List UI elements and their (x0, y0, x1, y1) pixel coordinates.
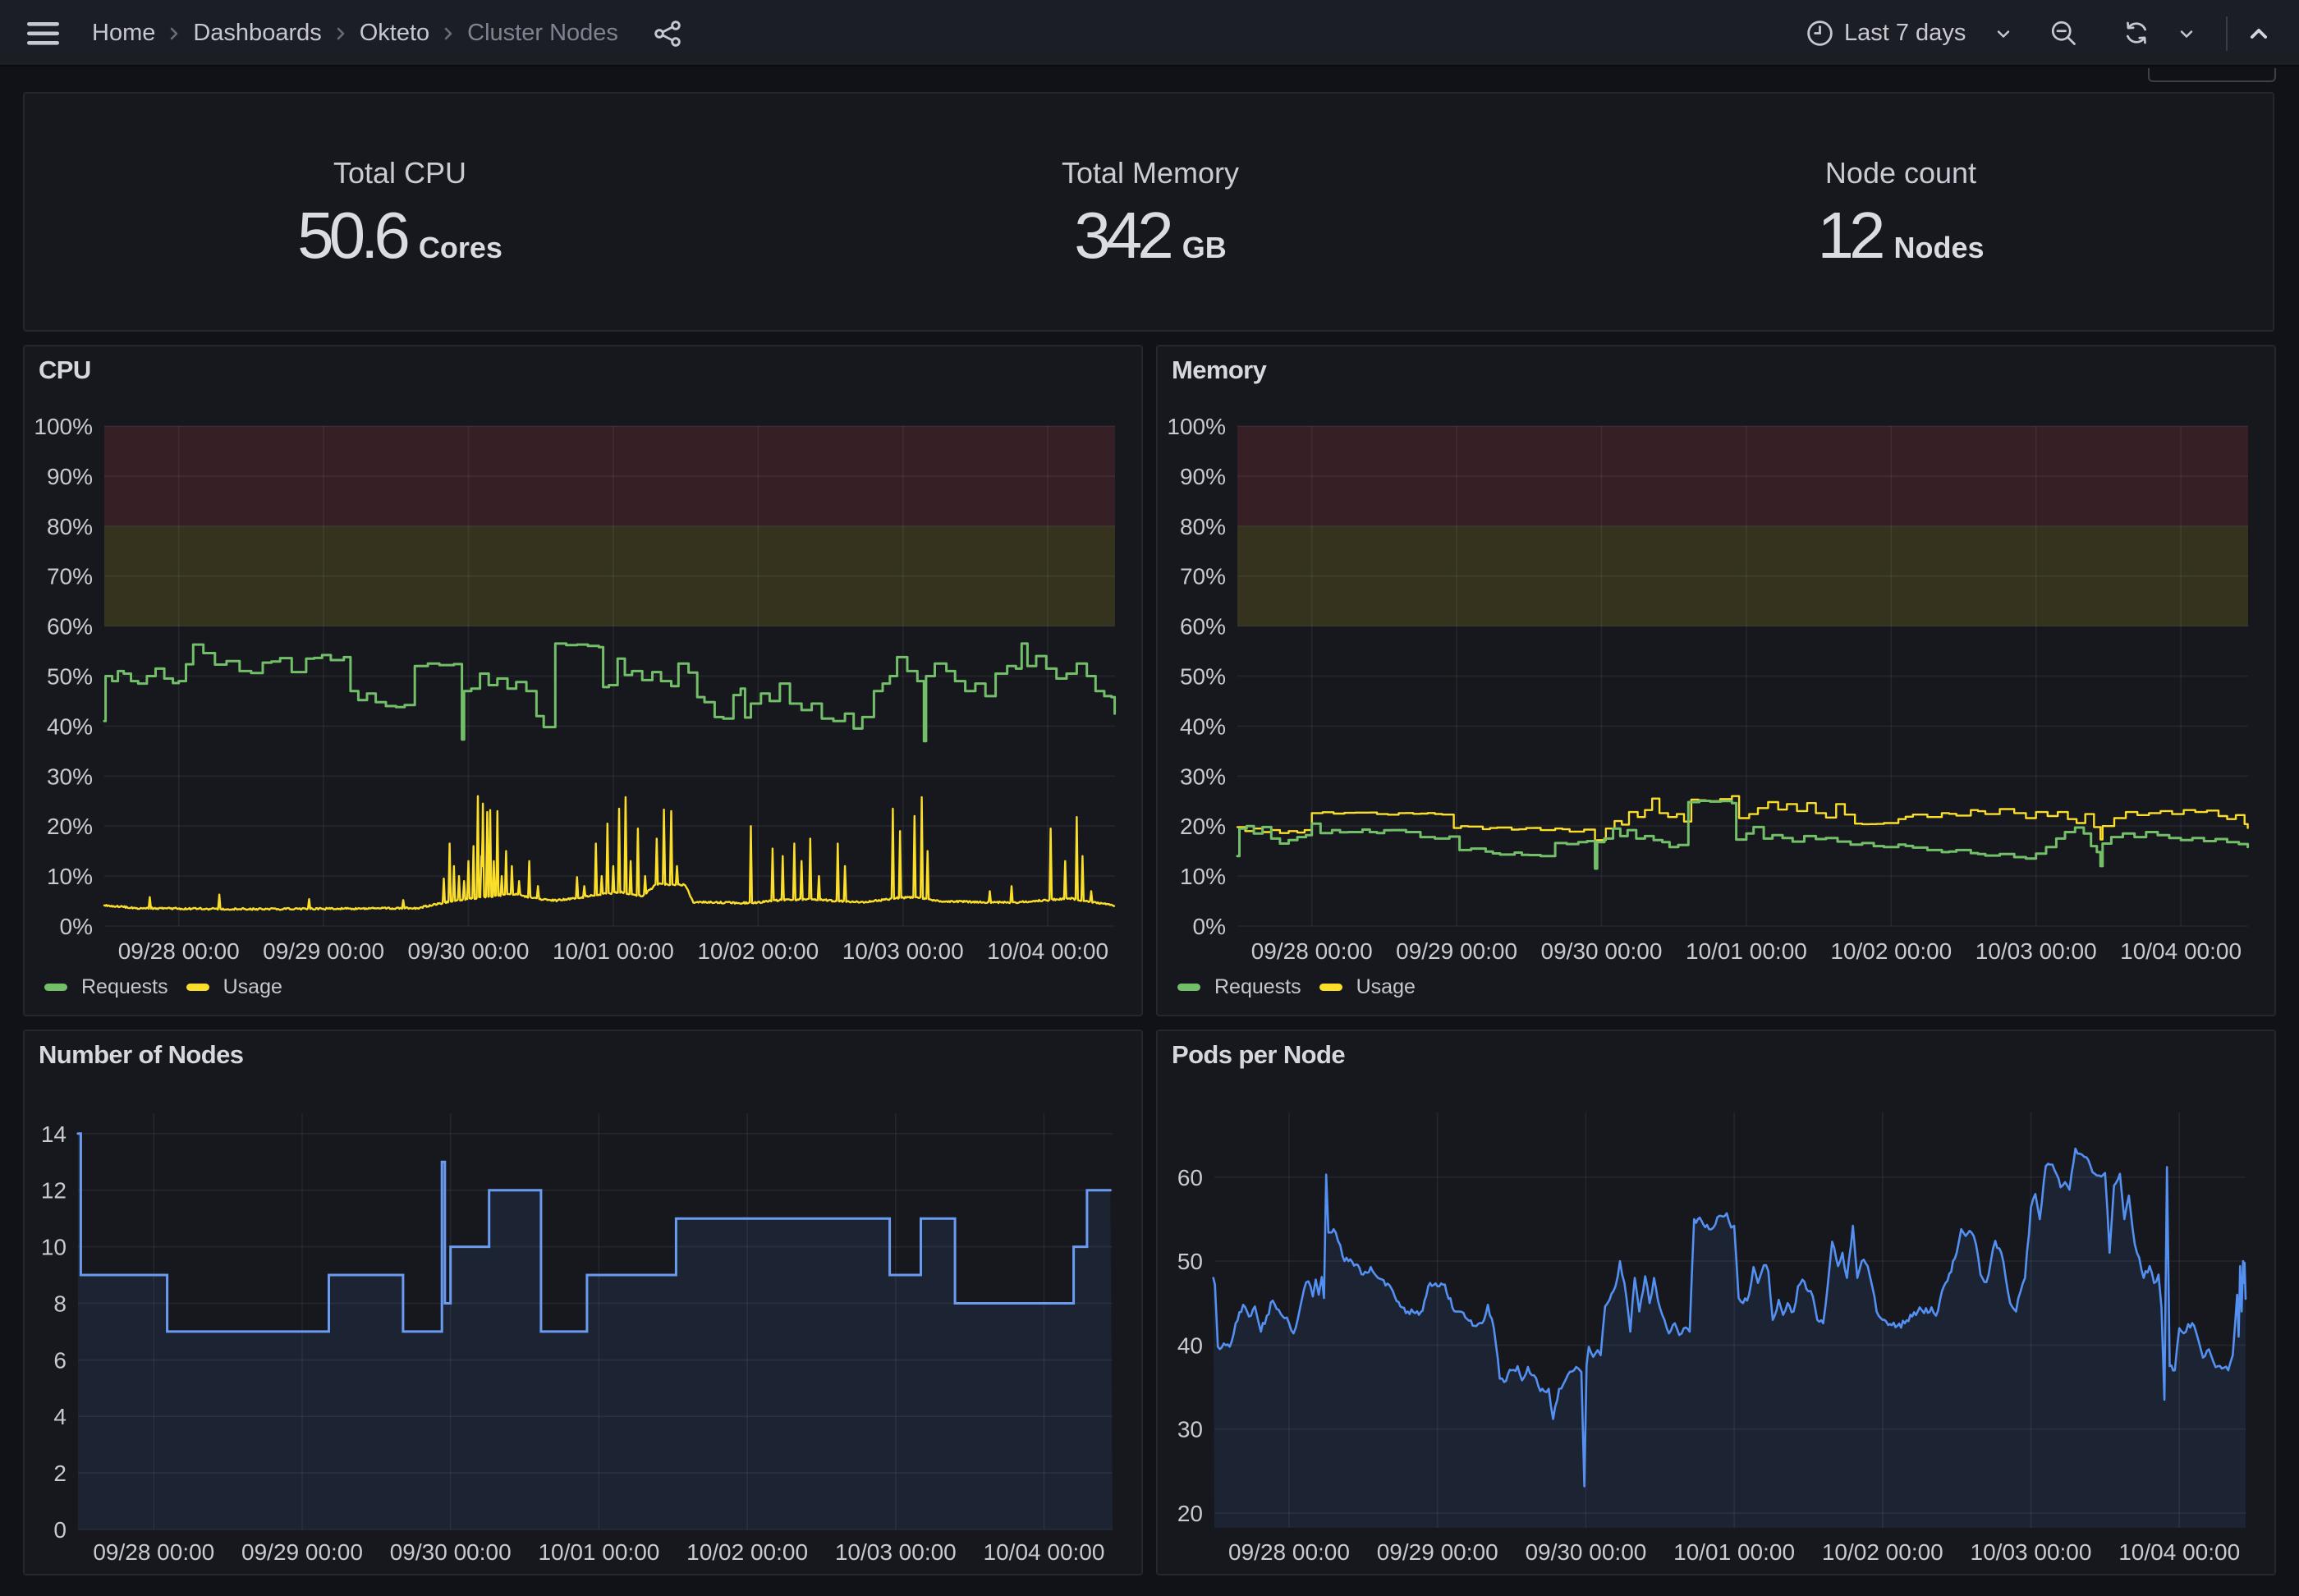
svg-text:09/28 00:00: 09/28 00:00 (1251, 938, 1373, 964)
svg-text:10/02 00:00: 10/02 00:00 (686, 1539, 808, 1565)
svg-text:70%: 70% (1180, 564, 1226, 589)
svg-text:100%: 100% (1167, 414, 1226, 439)
svg-text:10/02 00:00: 10/02 00:00 (1822, 1539, 1943, 1565)
svg-text:09/28 00:00: 09/28 00:00 (1228, 1539, 1350, 1565)
svg-text:09/29 00:00: 09/29 00:00 (1377, 1539, 1498, 1565)
svg-text:60: 60 (1177, 1165, 1203, 1190)
svg-text:09/30 00:00: 09/30 00:00 (408, 938, 530, 964)
svg-text:10%: 10% (47, 864, 93, 889)
svg-text:20%: 20% (1180, 814, 1226, 839)
svg-text:30%: 30% (1180, 764, 1226, 789)
svg-text:40%: 40% (47, 713, 93, 739)
svg-text:10/04 00:00: 10/04 00:00 (984, 1539, 1105, 1565)
svg-text:0: 0 (53, 1517, 67, 1543)
svg-text:50: 50 (1177, 1249, 1203, 1274)
svg-text:20%: 20% (47, 814, 93, 839)
svg-text:4: 4 (53, 1404, 67, 1429)
svg-text:6: 6 (53, 1347, 67, 1373)
svg-text:0%: 0% (60, 914, 93, 939)
svg-text:09/29 00:00: 09/29 00:00 (1396, 938, 1517, 964)
svg-text:09/28 00:00: 09/28 00:00 (118, 938, 240, 964)
svg-text:30%: 30% (47, 764, 93, 789)
svg-text:60%: 60% (47, 614, 93, 640)
svg-text:10%: 10% (1180, 864, 1226, 889)
svg-text:10/02 00:00: 10/02 00:00 (1830, 938, 1952, 964)
svg-text:10/03 00:00: 10/03 00:00 (842, 938, 964, 964)
svg-text:20: 20 (1177, 1501, 1203, 1526)
svg-text:09/30 00:00: 09/30 00:00 (390, 1539, 512, 1565)
svg-text:09/30 00:00: 09/30 00:00 (1541, 938, 1663, 964)
svg-text:10/02 00:00: 10/02 00:00 (697, 938, 819, 964)
svg-text:10/01 00:00: 10/01 00:00 (1673, 1539, 1795, 1565)
svg-text:14: 14 (41, 1121, 67, 1147)
svg-text:10/03 00:00: 10/03 00:00 (835, 1539, 957, 1565)
svg-text:50%: 50% (1180, 664, 1226, 690)
svg-text:30: 30 (1177, 1417, 1203, 1442)
svg-text:60%: 60% (1180, 614, 1226, 640)
svg-text:10: 10 (41, 1235, 67, 1260)
svg-text:09/29 00:00: 09/29 00:00 (241, 1539, 363, 1565)
svg-text:10/04 00:00: 10/04 00:00 (2120, 938, 2242, 964)
svg-text:10/03 00:00: 10/03 00:00 (1971, 1539, 2092, 1565)
svg-text:100%: 100% (34, 414, 93, 439)
svg-text:10/01 00:00: 10/01 00:00 (553, 938, 674, 964)
svg-text:70%: 70% (47, 564, 93, 589)
svg-text:40: 40 (1177, 1332, 1203, 1358)
svg-text:90%: 90% (1180, 464, 1226, 489)
svg-text:09/29 00:00: 09/29 00:00 (263, 938, 384, 964)
svg-text:0%: 0% (1193, 914, 1226, 939)
svg-text:10/04 00:00: 10/04 00:00 (987, 938, 1108, 964)
svg-text:09/28 00:00: 09/28 00:00 (93, 1539, 214, 1565)
svg-text:10/04 00:00: 10/04 00:00 (2118, 1539, 2240, 1565)
svg-text:90%: 90% (47, 464, 93, 489)
svg-text:40%: 40% (1180, 713, 1226, 739)
svg-text:8: 8 (53, 1291, 67, 1317)
svg-text:09/30 00:00: 09/30 00:00 (1525, 1539, 1646, 1565)
svg-text:2: 2 (53, 1461, 67, 1486)
svg-text:50%: 50% (47, 664, 93, 690)
svg-text:12: 12 (41, 1178, 67, 1204)
svg-text:80%: 80% (1180, 514, 1226, 539)
svg-text:80%: 80% (47, 514, 93, 539)
svg-text:10/03 00:00: 10/03 00:00 (1975, 938, 2097, 964)
svg-text:10/01 00:00: 10/01 00:00 (538, 1539, 659, 1565)
svg-text:10/01 00:00: 10/01 00:00 (1686, 938, 1807, 964)
